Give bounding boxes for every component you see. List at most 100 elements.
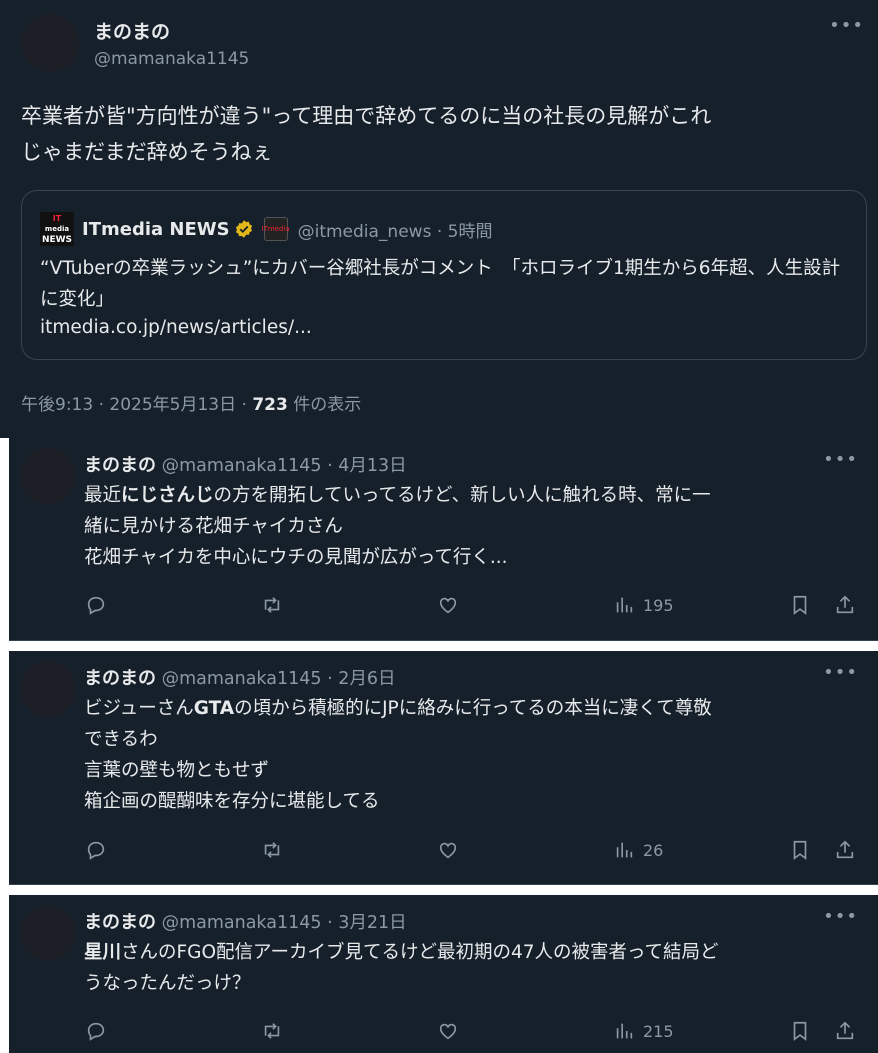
- author-name[interactable]: まのまの: [94, 17, 170, 44]
- author-handle[interactable]: @mamanaka1145: [94, 49, 249, 69]
- repost-icon: [264, 1023, 280, 1039]
- reply-post[interactable]: まのまの @mamanaka1145 · 2月6日 ••• ビジューさんGTAの…: [9, 651, 878, 884]
- reply-text-line: 花畑チャイカを中心にウチの見聞が広がって行く...: [84, 547, 508, 568]
- reply-text-line: 最近にじさんじの方を開拓していってるけど、新しい人に触れる時、常に一: [84, 480, 859, 511]
- logo-text: NEWS: [41, 234, 73, 245]
- quoted-post-link[interactable]: itmedia.co.jp/news/articles/...: [40, 317, 312, 338]
- avatar[interactable]: [20, 905, 76, 961]
- bold-text: にじさんじ: [121, 485, 214, 506]
- reply-text-line: 言葉の壁も物ともせず: [84, 760, 270, 781]
- analytics-icon: [616, 842, 633, 858]
- views-button[interactable]: 26: [613, 839, 663, 861]
- quoted-post-header: IT media NEWS ITmedia NEWS ITmedia @itme…: [40, 212, 493, 246]
- author-handle-date[interactable]: @mamanaka1145 · 2月6日: [162, 669, 396, 689]
- reply-text-line: ビジューさんGTAの頃から積極的にJPに絡みに行ってるの本当に凄くて尊敬: [84, 693, 859, 724]
- post-timestamp[interactable]: 午後9:13 · 2025年5月13日 ·: [21, 395, 252, 415]
- heart-icon: [439, 842, 457, 859]
- avatar[interactable]: [21, 14, 79, 72]
- views-button[interactable]: 195: [613, 594, 674, 616]
- heart-icon: [439, 1023, 457, 1040]
- reply-text-line: 緒に見かける花畑チャイカさん: [84, 516, 343, 537]
- quoted-handle-time[interactable]: @itmedia_news · 5時間: [298, 217, 493, 242]
- quoted-author-name[interactable]: ITmedia NEWS: [82, 219, 230, 240]
- repost-icon: [264, 597, 280, 613]
- itmedia-news-logo[interactable]: IT media NEWS: [40, 212, 74, 246]
- repost-icon: [264, 842, 280, 858]
- logo-text: media: [44, 224, 70, 233]
- verified-gold-badge-icon: [235, 220, 252, 238]
- divider: [9, 884, 878, 885]
- quoted-post-text: “VTuberの卒業ラッシュ”にカバー谷郷社長がコメント 「ホロライブ1期生から…: [40, 258, 841, 310]
- author-handle-date[interactable]: @mamanaka1145 · 3月21日: [162, 913, 407, 933]
- post-text-line: 卒業者が皆"方向性が違う"って理由で辞めてるのに当の社長の見解がこれ: [21, 104, 712, 128]
- reply-text-line: できるわ: [84, 729, 158, 750]
- author-handle-date[interactable]: @mamanaka1145 · 4月13日: [162, 456, 407, 476]
- quoted-post-card[interactable]: IT media NEWS ITmedia NEWS ITmedia @itme…: [21, 190, 867, 360]
- bold-text: GTA: [193, 698, 235, 719]
- reply-icon: [87, 841, 105, 860]
- text-span: さんのFGO配信アーカイブ見てるけど最初期の47人の被害者って結局ど: [121, 942, 719, 963]
- avatar[interactable]: [20, 448, 76, 504]
- main-post: まのまの @mamanaka1145 ••• 卒業者が皆"方向性が違う"って理由…: [0, 0, 878, 438]
- reply-button[interactable]: [85, 1020, 107, 1042]
- more-dots-icon[interactable]: •••: [823, 662, 858, 683]
- reply-text: 星川さんのFGO配信アーカイブ見てるけど最初期の47人の被害者って結局ど うなっ…: [84, 937, 859, 999]
- reply-button[interactable]: [85, 839, 107, 861]
- repost-button[interactable]: [261, 594, 283, 616]
- text-span: の方を開拓していってるけど、新しい人に触れる時、常に一: [213, 485, 711, 506]
- views-count: 195: [643, 595, 674, 615]
- bookmark-icon: [793, 1021, 807, 1041]
- like-button[interactable]: [437, 839, 459, 861]
- reply-header: まのまの @mamanaka1145 · 3月21日: [84, 908, 407, 934]
- reply-button[interactable]: [85, 594, 107, 616]
- share-button[interactable]: [834, 839, 856, 861]
- view-count-label: 件の表示: [287, 395, 362, 415]
- text-span: の頃から積極的にJPに絡みに行ってるの本当に凄くて尊敬: [234, 698, 712, 719]
- repost-button[interactable]: [261, 1020, 283, 1042]
- views-count: 215: [643, 1021, 674, 1041]
- bookmark-button[interactable]: [789, 839, 811, 861]
- post-text: 卒業者が皆"方向性が違う"って理由で辞めてるのに当の社長の見解がこれ じゃまだま…: [21, 98, 866, 170]
- text-span: 最近: [84, 485, 122, 506]
- analytics-icon: [616, 1023, 633, 1039]
- like-button[interactable]: [437, 1020, 459, 1042]
- reply-post[interactable]: まのまの @mamanaka1145 · 4月13日 ••• 最近にじさんじの方…: [9, 438, 878, 640]
- divider: [9, 640, 878, 641]
- reply-post[interactable]: まのまの @mamanaka1145 · 3月21日 ••• 星川さんのFGO配…: [9, 895, 878, 1053]
- action-bar: 26: [9, 839, 878, 865]
- author-name[interactable]: まのまの: [84, 668, 156, 689]
- reply-icon: [87, 596, 105, 615]
- reply-text-line: 星川さんのFGO配信アーカイブ見てるけど最初期の47人の被害者って結局ど: [84, 937, 859, 968]
- reply-header: まのまの @mamanaka1145 · 2月6日: [84, 664, 395, 690]
- bookmark-button[interactable]: [789, 594, 811, 616]
- share-button[interactable]: [834, 594, 856, 616]
- more-dots-icon[interactable]: •••: [823, 906, 858, 927]
- action-bar: 215: [9, 1020, 878, 1046]
- author-name[interactable]: まのまの: [84, 912, 156, 933]
- text-span: ビジューさん: [84, 698, 194, 719]
- bookmark-icon: [793, 595, 807, 615]
- author-name[interactable]: まのまの: [84, 455, 156, 476]
- avatar[interactable]: [20, 661, 76, 717]
- like-button[interactable]: [437, 594, 459, 616]
- views-count: 26: [643, 840, 664, 860]
- more-dots-icon[interactable]: •••: [829, 15, 864, 36]
- reply-text: ビジューさんGTAの頃から積極的にJPに絡みに行ってるの本当に凄くて尊敬 できる…: [84, 693, 859, 817]
- analytics-icon: [616, 597, 633, 613]
- more-dots-icon[interactable]: •••: [823, 449, 858, 470]
- share-button[interactable]: [834, 1020, 856, 1042]
- affiliate-badge-icon: ITmedia: [262, 217, 290, 241]
- views-button[interactable]: 215: [613, 1020, 674, 1042]
- post-text-line: じゃまだまだ辞めそうねぇ: [21, 140, 273, 164]
- logo-text: IT: [52, 213, 62, 223]
- reply-icon: [87, 1022, 105, 1041]
- share-icon: [836, 595, 854, 614]
- share-icon: [836, 1021, 854, 1040]
- bookmark-icon: [793, 840, 807, 860]
- share-icon: [836, 840, 854, 859]
- action-bar: 195: [9, 594, 878, 620]
- repost-button[interactable]: [261, 839, 283, 861]
- view-count: 723: [252, 395, 288, 415]
- heart-icon: [439, 597, 457, 614]
- bookmark-button[interactable]: [789, 1020, 811, 1042]
